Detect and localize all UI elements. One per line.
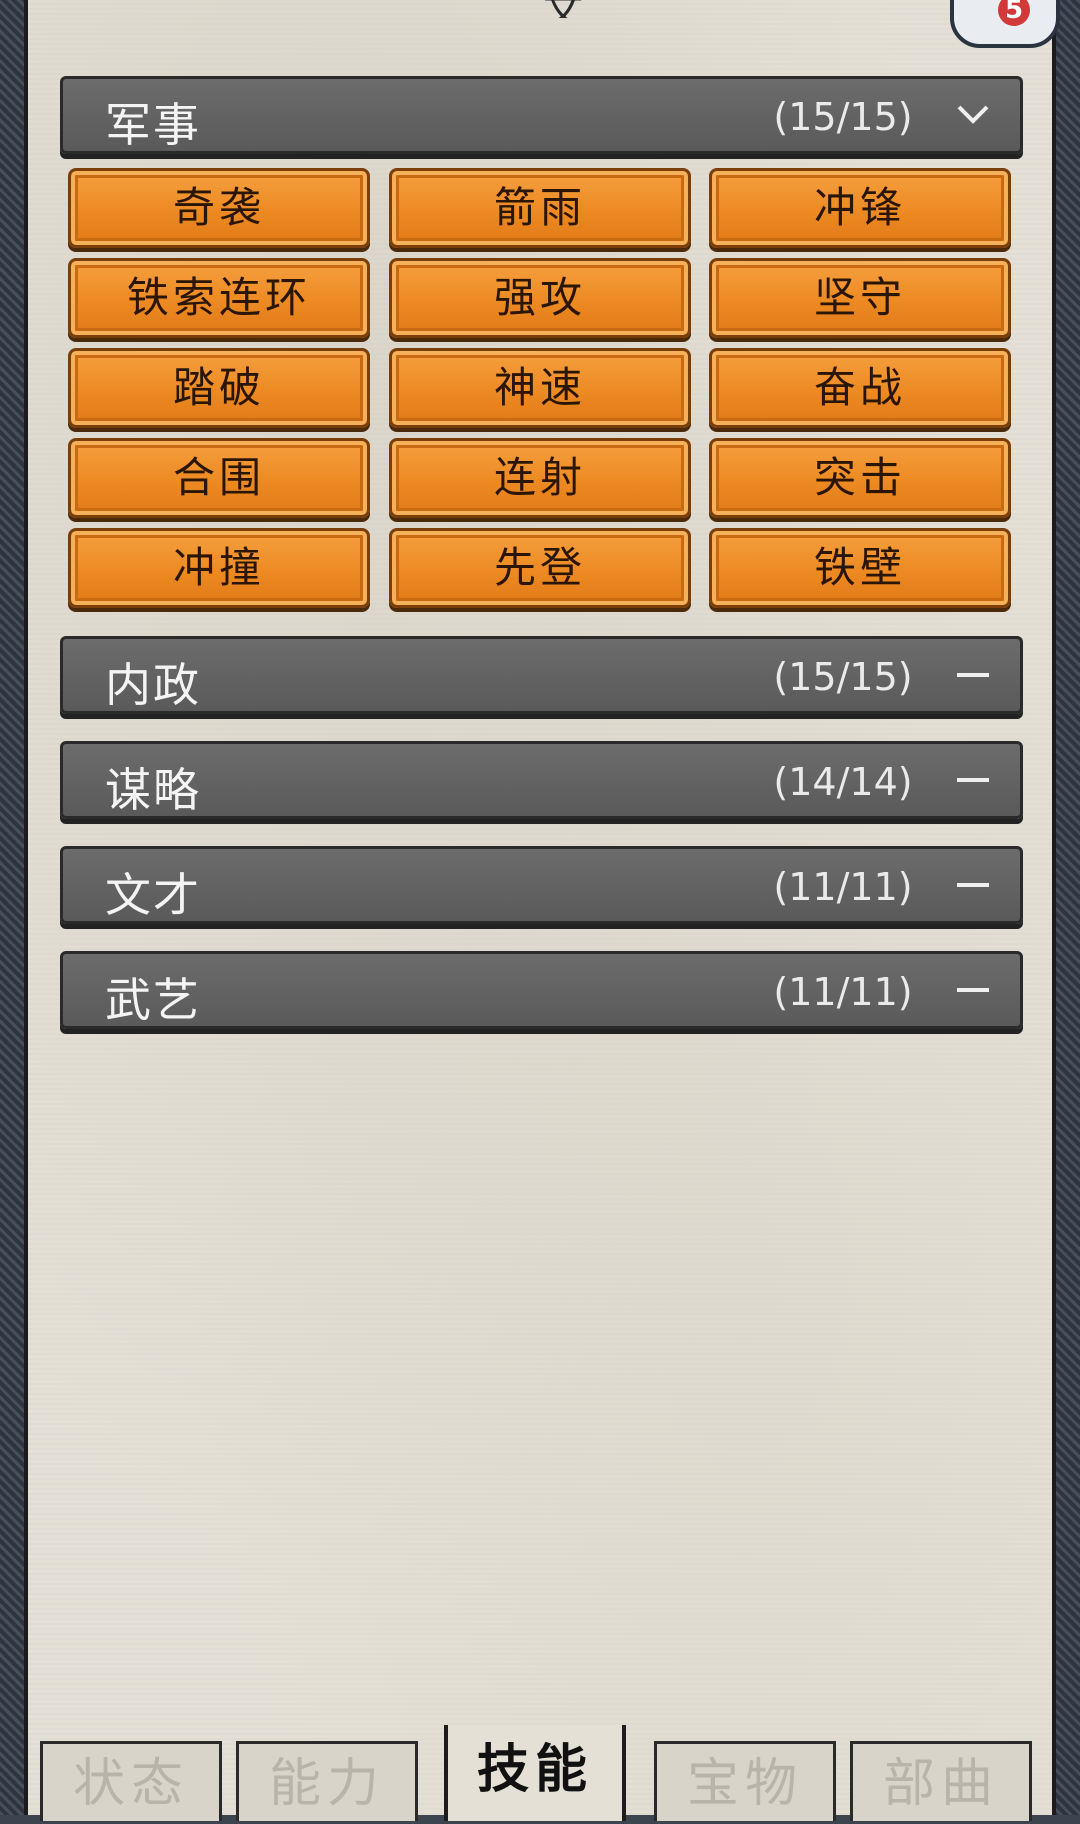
section-count: (14/14) xyxy=(773,760,913,804)
skill-button[interactable]: 连射 xyxy=(389,438,691,518)
dash-icon[interactable] xyxy=(943,861,1003,911)
section-title: 文才 xyxy=(105,868,201,922)
section-title: 谋略 xyxy=(105,763,201,817)
section-count: (15/15) xyxy=(773,655,913,699)
skill-button[interactable]: 突击 xyxy=(709,438,1011,518)
section-title: 内政 xyxy=(105,658,201,712)
skill-button[interactable]: 坚守 xyxy=(709,258,1011,338)
tab-skills[interactable]: 技能 xyxy=(444,1725,626,1821)
notification-badge[interactable]: 5 xyxy=(950,0,1060,48)
section-count: (11/11) xyxy=(773,970,913,1014)
section-header-strategy[interactable]: 谋略 (14/14) xyxy=(60,741,1023,819)
section-header-domestic[interactable]: 内政 (15/15) xyxy=(60,636,1023,714)
section-count: (15/15) xyxy=(773,95,913,139)
skill-button[interactable]: 奇袭 xyxy=(68,168,370,248)
tab-ability[interactable]: 能力 xyxy=(236,1741,418,1821)
skill-button[interactable]: 奋战 xyxy=(709,348,1011,428)
tab-treasure[interactable]: 宝物 xyxy=(654,1741,836,1821)
dash-icon[interactable] xyxy=(943,966,1003,1016)
section-header-literary[interactable]: 文才 (11/11) xyxy=(60,846,1023,924)
page-title: 文 xyxy=(358,0,778,18)
tab-status[interactable]: 状态 xyxy=(40,1741,222,1821)
dash-icon[interactable] xyxy=(943,651,1003,701)
skill-button[interactable]: 铁索连环 xyxy=(68,258,370,338)
section-header-martial[interactable]: 武艺 (11/11) xyxy=(60,951,1023,1029)
dash-icon[interactable] xyxy=(943,756,1003,806)
skill-button[interactable]: 铁壁 xyxy=(709,528,1011,608)
skill-button[interactable]: 合围 xyxy=(68,438,370,518)
skill-button[interactable]: 神速 xyxy=(389,348,691,428)
bottom-tab-bar: 状态 能力 技能 宝物 部曲 xyxy=(24,1725,1056,1821)
skill-button[interactable]: 强攻 xyxy=(389,258,691,338)
skill-button[interactable]: 先登 xyxy=(389,528,691,608)
skill-button[interactable]: 踏破 xyxy=(68,348,370,428)
skill-button[interactable]: 箭雨 xyxy=(389,168,691,248)
skill-button[interactable]: 冲撞 xyxy=(68,528,370,608)
outer-frame: 文 5 军事 (15/15) 奇袭 箭雨 冲锋 铁索连环 强攻 坚守 踏破 神速… xyxy=(0,0,1080,1821)
section-header-military[interactable]: 军事 (15/15) xyxy=(60,76,1023,154)
chevron-down-icon[interactable] xyxy=(943,91,1003,141)
section-title: 军事 xyxy=(105,98,201,152)
section-count: (11/11) xyxy=(773,865,913,909)
skill-button[interactable]: 冲锋 xyxy=(709,168,1011,248)
tab-troops[interactable]: 部曲 xyxy=(850,1741,1032,1821)
section-title: 武艺 xyxy=(105,973,201,1027)
